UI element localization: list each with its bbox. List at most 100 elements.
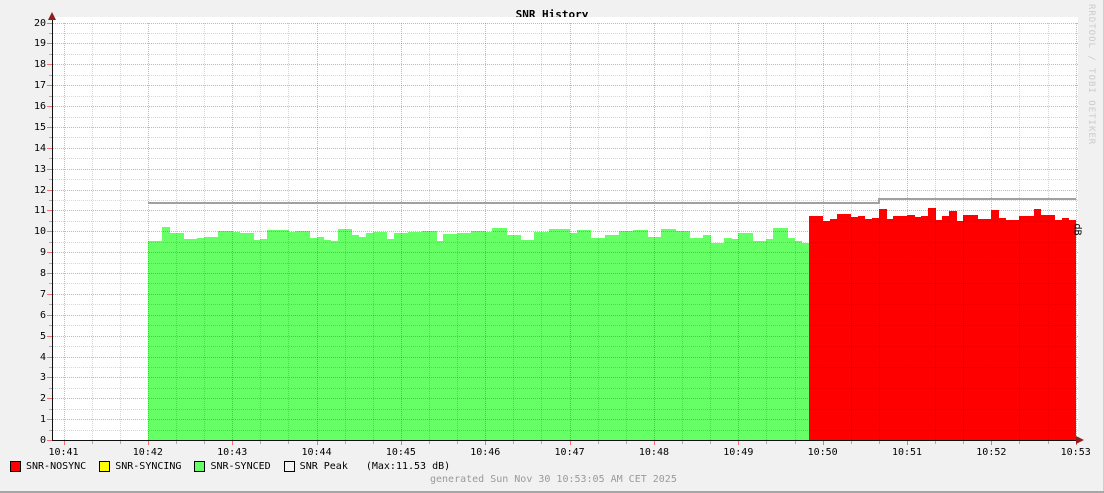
x-tick-label: 10:47 xyxy=(554,447,585,458)
y-tick-label: 2 xyxy=(39,393,46,405)
minor-gridline-h xyxy=(53,33,1078,35)
major-gridline-v xyxy=(907,23,908,440)
x-minor-tick xyxy=(1019,441,1021,444)
snr-peak-line-step xyxy=(877,198,880,204)
x-minor-tick xyxy=(541,441,543,444)
y-tick-label: 10 xyxy=(33,226,46,238)
x-minor-tick xyxy=(597,441,599,444)
minor-gridline-h xyxy=(53,116,1078,118)
minor-gridline-h xyxy=(53,304,1078,306)
major-gridline-v xyxy=(653,23,655,440)
minor-gridline-v xyxy=(288,23,290,440)
minor-gridline-v xyxy=(766,23,768,440)
major-gridline-h xyxy=(53,252,1078,254)
major-gridline-h xyxy=(53,64,1078,66)
minor-gridline-h xyxy=(53,95,1078,97)
minor-gridline-v xyxy=(963,23,965,440)
major-gridline-h xyxy=(53,210,1078,212)
minor-gridline-v xyxy=(794,23,796,440)
x-minor-tick xyxy=(457,441,459,444)
major-gridline-v xyxy=(991,23,993,440)
snr-peak-line xyxy=(878,198,1076,201)
x-tick-label: 10:49 xyxy=(723,447,754,458)
y-tick-label: 19 xyxy=(33,38,46,50)
y-tick-label: 1 xyxy=(39,414,46,426)
y-tick-label: 9 xyxy=(39,247,46,259)
legend-max-label: (Max:11.53 dB) xyxy=(365,461,451,472)
legend: SNR-NOSYNC SNR-SYNCING SNR-SYNCED SNR Pe… xyxy=(10,461,450,472)
minor-gridline-v xyxy=(204,23,206,440)
legend-label-nosync: SNR-NOSYNC xyxy=(26,461,87,472)
major-gridline-v xyxy=(400,23,402,440)
legend-swatch-peak xyxy=(283,461,295,472)
y-tick-label: 13 xyxy=(33,163,46,175)
minor-gridline-v xyxy=(1019,23,1021,440)
x-minor-tick xyxy=(878,441,880,444)
y-tick-label: 20 xyxy=(33,17,46,29)
major-gridline-h xyxy=(53,22,1078,24)
minor-gridline-v xyxy=(372,23,374,440)
x-major-tick xyxy=(569,441,571,445)
major-gridline-h xyxy=(53,356,1078,358)
major-gridline-v xyxy=(822,23,824,440)
major-gridline-v xyxy=(485,23,487,440)
x-major-tick xyxy=(316,441,318,445)
y-tick-label: 18 xyxy=(33,59,46,71)
minor-gridline-v xyxy=(710,23,712,440)
x-major-tick xyxy=(485,441,487,445)
minor-gridline-h xyxy=(53,408,1078,410)
snr-peak-line xyxy=(147,201,879,204)
minor-gridline-h xyxy=(53,283,1078,285)
x-tick-label: 10:48 xyxy=(638,447,669,458)
legend-item-nosync: SNR-NOSYNC xyxy=(10,461,86,472)
x-minor-tick xyxy=(119,441,121,444)
minor-gridline-h xyxy=(53,158,1078,160)
y-tick-label: 11 xyxy=(33,205,46,217)
x-major-tick xyxy=(147,441,149,445)
minor-gridline-v xyxy=(119,23,121,440)
major-gridline-h xyxy=(53,126,1078,128)
y-axis-line xyxy=(52,15,53,441)
legend-item-syncing: SNR-SYNCING xyxy=(99,461,181,472)
minor-gridline-v xyxy=(429,23,431,440)
major-gridline-h xyxy=(53,106,1078,108)
x-minor-tick xyxy=(710,441,712,444)
x-tick-label: 10:45 xyxy=(385,447,416,458)
minor-gridline-v xyxy=(625,23,627,440)
major-gridline-h xyxy=(53,398,1078,400)
minor-gridline-v xyxy=(344,23,346,440)
legend-label-syncing: SNR-SYNCING xyxy=(115,461,182,472)
x-minor-tick xyxy=(935,441,937,444)
x-minor-tick xyxy=(260,441,262,444)
minor-gridline-h xyxy=(53,387,1078,389)
y-tick-label: 0 xyxy=(39,435,46,446)
x-minor-tick xyxy=(625,441,627,444)
y-tick-label: 4 xyxy=(39,351,46,363)
minor-gridline-v xyxy=(597,23,599,440)
minor-gridline-v xyxy=(513,23,515,440)
x-minor-tick xyxy=(429,441,431,444)
x-minor-tick xyxy=(288,441,290,444)
x-minor-tick xyxy=(344,441,346,444)
y-tick-label: 17 xyxy=(33,80,46,92)
minor-gridline-h xyxy=(53,179,1078,181)
x-tick-label: 10:42 xyxy=(132,447,163,458)
x-major-tick xyxy=(232,441,234,445)
minor-gridline-v xyxy=(1047,23,1049,440)
x-major-tick xyxy=(63,441,65,445)
major-gridline-v xyxy=(147,23,149,440)
x-tick-label: 10:41 xyxy=(48,447,79,458)
x-major-tick xyxy=(822,441,824,445)
x-axis-line xyxy=(52,440,1078,441)
legend-item-synced: SNR-SYNCED xyxy=(194,461,271,472)
major-gridline-h xyxy=(53,43,1078,45)
major-gridline-h xyxy=(53,377,1078,379)
minor-gridline-h xyxy=(53,366,1078,368)
legend-label-synced: SNR-SYNCED xyxy=(210,461,271,472)
x-major-tick xyxy=(991,441,993,445)
major-gridline-v xyxy=(232,23,234,440)
x-minor-tick xyxy=(175,441,177,444)
y-tick-label: 12 xyxy=(33,184,46,196)
minor-gridline-v xyxy=(91,23,93,440)
minor-gridline-v xyxy=(850,23,852,440)
